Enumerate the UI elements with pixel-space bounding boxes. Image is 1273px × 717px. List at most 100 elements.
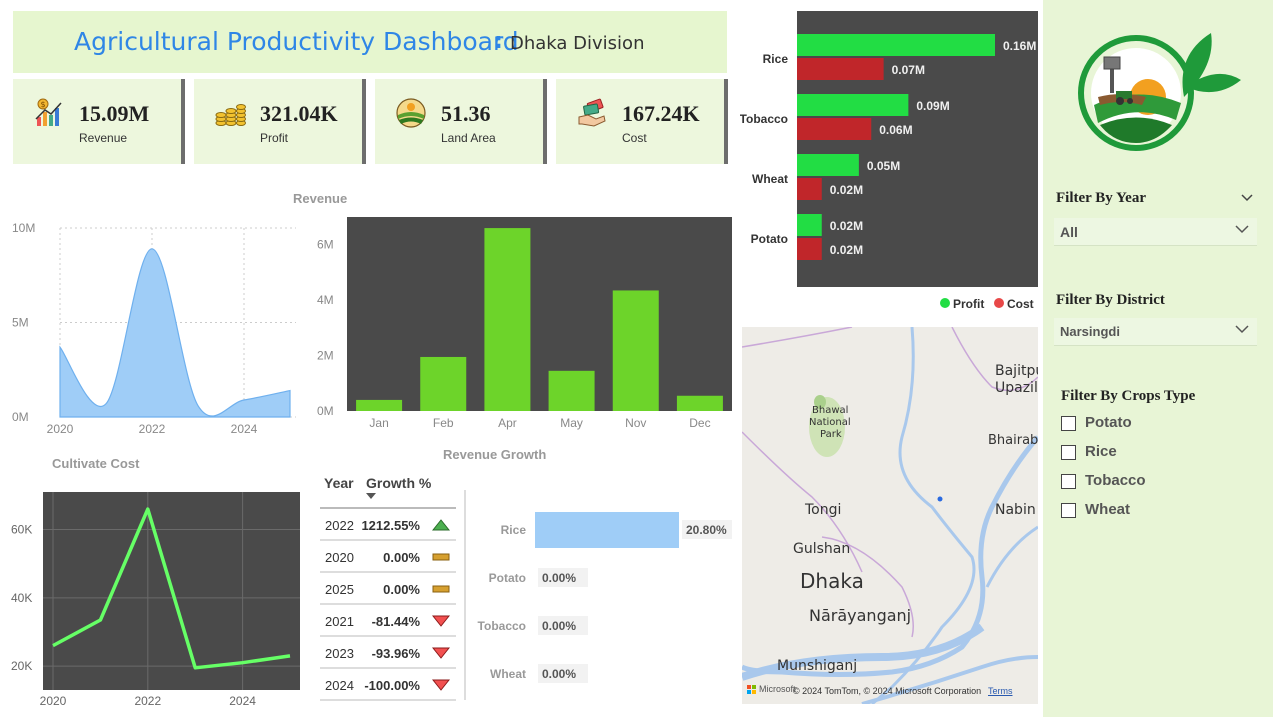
category-label: Potato: [751, 232, 788, 246]
growth-table-row: 2023 -93.96%: [320, 637, 456, 669]
legend-profit-marker: [940, 298, 950, 308]
revenue-bar[interactable]: [484, 228, 531, 411]
cost-data-label: 0.06M: [879, 123, 912, 137]
map-terms-link[interactable]: Terms: [988, 686, 1013, 696]
category-label: Wheat: [752, 172, 788, 186]
crop-growth-bar-chart: Rice 20.80% Potato 0.00% Tobacco 0.00% Wheat 0.…: [478, 512, 732, 683]
map-label-munshiganj: Munshiganj: [777, 658, 858, 674]
growth-value: 1212.55%: [361, 518, 420, 533]
profit-data-label: 0.05M: [867, 159, 900, 173]
checkbox-box[interactable]: [1061, 416, 1076, 431]
kpi-revenue-value: 15.09M: [79, 101, 150, 126]
chevron-down-icon[interactable]: [1241, 194, 1253, 202]
profit-cost-bar-chart: Rice 0.16M 0.07M Tobacco 0.09M 0.06M Wheat 0.05…: [740, 11, 1038, 311]
profit-bar[interactable]: [797, 34, 995, 56]
trend-up-icon: [432, 519, 450, 531]
growth-col-growth[interactable]: Growth %: [366, 475, 431, 491]
legend-cost-marker: [994, 298, 1004, 308]
map-label-bhairab: Bhairab: [988, 433, 1038, 448]
chevron-down-icon: [1235, 225, 1249, 234]
kpi-land-area-value: 51.36: [441, 101, 491, 126]
cost-data-label: 0.02M: [830, 243, 863, 257]
crop-growth-label: 0.00%: [542, 571, 576, 585]
growth-year: 2020: [325, 550, 354, 565]
profit-data-label: 0.02M: [830, 219, 863, 233]
revenue-bar[interactable]: [612, 290, 659, 411]
crop-category-label: Tobacco: [478, 619, 526, 633]
filter-year-value: All: [1060, 224, 1078, 240]
profit-bar[interactable]: [797, 94, 909, 116]
growth-value: -81.44%: [371, 614, 420, 629]
revenue-bar[interactable]: [356, 399, 403, 411]
x-tick-label: 2024: [229, 694, 256, 708]
revenue-bar[interactable]: [676, 395, 723, 411]
checkbox-box[interactable]: [1061, 503, 1076, 518]
profit-bar[interactable]: [797, 214, 822, 236]
map-label-narayanganj: Nārāyanganj: [809, 606, 912, 625]
cost-data-label: 0.07M: [892, 63, 925, 77]
crop-growth-label: 0.00%: [542, 667, 576, 681]
y-tick-label: 5M: [12, 316, 29, 330]
profit-data-label: 0.09M: [916, 99, 949, 113]
trend-down-icon: [432, 679, 450, 691]
cost-bar[interactable]: [797, 58, 884, 80]
map-label-dhaka: Dhaka: [800, 569, 864, 593]
dashboard-subtitle: Dhaka Division: [510, 33, 645, 54]
filter-crops-label: Filter By Crops Type: [1061, 388, 1196, 404]
filter-panel: Filter By Year All Filter By District Na…: [1043, 0, 1273, 717]
division-map[interactable]: Bajitpu Upazil Bhairab Bhawal National P…: [742, 327, 1038, 704]
crop-label-wheat: Wheat: [1085, 501, 1130, 518]
filter-year-dropdown[interactable]: All: [1054, 218, 1257, 246]
growth-year: 2022: [325, 518, 354, 533]
revenue-bar[interactable]: [548, 370, 595, 411]
y-tick-label: 0M: [317, 404, 334, 418]
growth-year: 2025: [325, 582, 354, 597]
x-tick-label: 2020: [47, 422, 74, 436]
x-tick-label: Feb: [433, 416, 454, 430]
x-tick-label: Apr: [498, 416, 517, 430]
x-tick-label: 2022: [139, 422, 166, 436]
crop-growth-bar[interactable]: [535, 512, 679, 548]
crop-category-label: Wheat: [490, 667, 526, 681]
legend-cost-label: Cost: [1007, 297, 1034, 311]
kpi-cost-label: Cost: [622, 131, 647, 145]
growth-table-row: 2021 -81.44%: [320, 605, 456, 637]
growth-table-divider: [464, 490, 466, 700]
y-tick-label: 20K: [11, 659, 32, 673]
cost-bar[interactable]: [797, 178, 822, 200]
dashboard-title: Agricultural Productivity Dashboard: [74, 27, 519, 56]
x-tick-label: 2020: [40, 694, 67, 708]
map-label-national: National: [809, 417, 851, 428]
y-tick-label: 4M: [317, 293, 334, 307]
sort-descending-icon[interactable]: [366, 493, 376, 500]
cost-hand-icon: [578, 98, 606, 127]
growth-table-row: 2024 -100.00%: [320, 669, 456, 701]
crop-category-label: Potato: [489, 571, 526, 585]
kpi-card-cost: 167.24K Cost: [556, 79, 728, 164]
y-tick-label: 10M: [12, 221, 35, 235]
growth-col-year[interactable]: Year: [324, 475, 354, 491]
map-attribution: © 2024 TomTom, © 2024 Microsoft Corporat…: [793, 686, 982, 696]
map-label-upazila: Upazil: [995, 380, 1038, 396]
revenue-area-chart: 0M 5M 10M 2020 2022 2024: [12, 221, 296, 436]
kpi-profit-value: 321.04K: [260, 101, 338, 126]
growth-value: -100.00%: [364, 678, 420, 693]
kpi-card-revenue: $ 15.09M Revenue: [13, 79, 185, 164]
cultivate-cost-line-chart: 20K 40K 60K 2020 2022 2024: [11, 492, 300, 708]
revenue-growth-title: Revenue Growth: [443, 447, 547, 462]
filter-year-label: Filter By Year: [1056, 190, 1146, 206]
cost-bar[interactable]: [797, 118, 872, 140]
x-tick-label: May: [560, 416, 583, 430]
checkbox-box[interactable]: [1061, 445, 1076, 460]
cost-bar[interactable]: [797, 238, 822, 260]
checkbox-box[interactable]: [1061, 474, 1076, 489]
filter-district-dropdown[interactable]: Narsingdi: [1054, 318, 1257, 346]
x-tick-label: Jan: [369, 416, 388, 430]
profit-bar[interactable]: [797, 154, 859, 176]
cost-data-label: 0.02M: [830, 183, 863, 197]
trend-down-icon: [432, 647, 450, 659]
growth-value: 0.00%: [383, 582, 420, 597]
revenue-bar[interactable]: [420, 356, 467, 411]
x-tick-label: Dec: [689, 416, 710, 430]
map-label-park: Park: [820, 429, 842, 440]
